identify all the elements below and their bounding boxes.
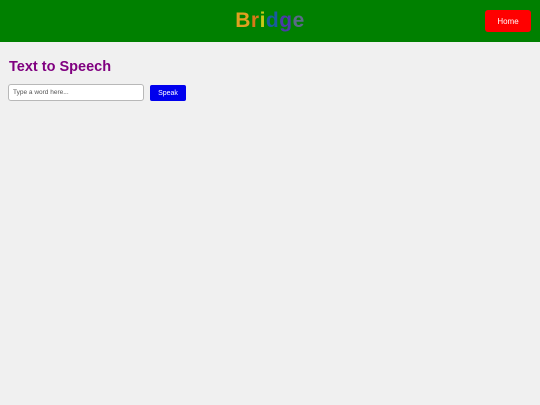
logo-letter-g: g (279, 9, 293, 32)
speak-button[interactable]: Speak (150, 85, 186, 101)
logo-letter-d: d (265, 9, 280, 32)
top-nav-bar: Bridge Home (0, 0, 540, 42)
home-button[interactable]: Home (485, 10, 531, 32)
page-title: Text to Speech (9, 59, 112, 75)
bridge-logo: Bridge (0, 7, 540, 35)
logo-letter-e: e (292, 9, 305, 32)
logo-letter-b: B (235, 9, 251, 32)
word-input[interactable] (8, 84, 144, 101)
logo-letter-r: r (250, 9, 260, 32)
